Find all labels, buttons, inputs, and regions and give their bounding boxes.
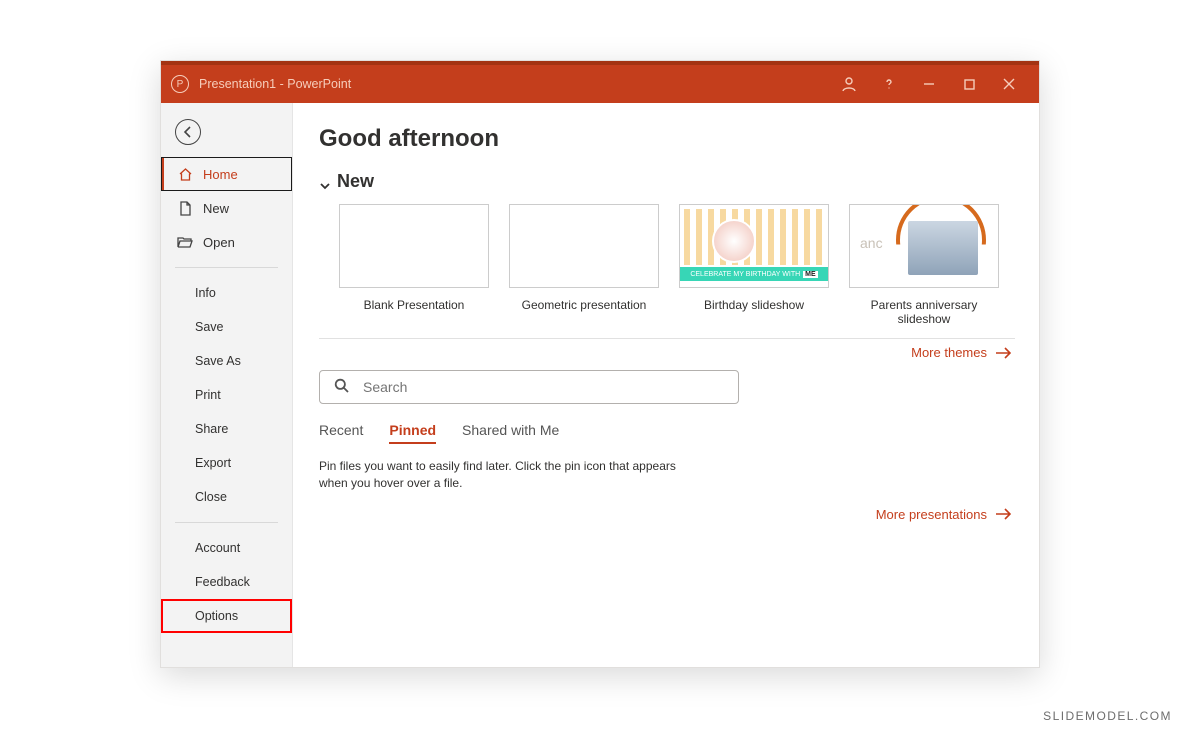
new-section-header[interactable]: New: [319, 171, 1015, 192]
template-label: Blank Presentation: [339, 298, 489, 312]
pinned-hint-text: Pin files you want to easily find later.…: [319, 458, 679, 493]
titlebar: P Presentation1 - PowerPoint: [161, 61, 1039, 103]
sidebar-item-label: Open: [203, 235, 235, 250]
chevron-down-icon: [319, 176, 331, 188]
sidebar-item-info[interactable]: Info: [161, 276, 292, 310]
link-label: More presentations: [876, 507, 987, 522]
back-button[interactable]: [175, 119, 201, 145]
maximize-button[interactable]: [949, 65, 989, 103]
more-presentations-link[interactable]: More presentations: [319, 507, 1015, 522]
close-button[interactable]: [989, 65, 1029, 103]
template-thumb: CELEBRATE MY BIRTHDAY WITH ME: [679, 204, 829, 288]
template-label: Parents anniversary slideshow: [849, 298, 999, 326]
template-thumb: anc: [849, 204, 999, 288]
main-content: Good afternoon New Blank Presentation An…: [293, 103, 1039, 667]
app-logo-icon: P: [171, 75, 189, 93]
template-blank[interactable]: Blank Presentation: [339, 204, 489, 326]
tab-recent[interactable]: Recent: [319, 422, 363, 444]
template-label: Birthday slideshow: [679, 298, 829, 312]
sidebar-item-save-as[interactable]: Save As: [161, 344, 292, 378]
arrow-right-icon: [995, 508, 1011, 520]
sidebar-divider: [175, 267, 278, 268]
sidebar-item-label: Close: [195, 490, 227, 504]
sidebar-item-label: Home: [203, 167, 238, 182]
template-birthday[interactable]: CELEBRATE MY BIRTHDAY WITH ME Birthday s…: [679, 204, 829, 326]
template-label: Geometric presentation: [509, 298, 659, 312]
powerpoint-backstage-window: P Presentation1 - PowerPoint: [160, 60, 1040, 668]
home-icon: [177, 166, 193, 182]
template-list: Blank Presentation AnnualReview Geometri…: [339, 204, 1015, 326]
window-title: Presentation1 - PowerPoint: [199, 77, 351, 91]
search-box[interactable]: [319, 370, 739, 404]
sidebar-item-options[interactable]: Options: [161, 599, 292, 633]
template-thumb: [339, 204, 489, 288]
link-label: More themes: [911, 345, 987, 360]
arrow-right-icon: [995, 347, 1011, 359]
watermark: SLIDEMODEL.COM: [1043, 709, 1172, 723]
more-themes-link[interactable]: More themes: [319, 345, 1015, 360]
template-geometric[interactable]: AnnualReview Geometric presentation: [509, 204, 659, 326]
sidebar-item-print[interactable]: Print: [161, 378, 292, 412]
recent-tabs: Recent Pinned Shared with Me: [319, 422, 1015, 444]
template-thumb: AnnualReview: [509, 204, 659, 288]
sidebar-item-label: Export: [195, 456, 231, 470]
help-button[interactable]: [869, 65, 909, 103]
divider: [319, 338, 1015, 339]
sidebar-item-new[interactable]: New: [161, 191, 292, 225]
sidebar-item-share[interactable]: Share: [161, 412, 292, 446]
sidebar-item-label: Save: [195, 320, 224, 334]
sidebar-divider: [175, 522, 278, 523]
new-doc-icon: [177, 200, 193, 216]
sidebar-item-label: New: [203, 201, 229, 216]
backstage-sidebar: Home New Open Info Save Save As Print Sh…: [161, 103, 293, 667]
sidebar-item-label: Account: [195, 541, 240, 555]
sidebar-item-open[interactable]: Open: [161, 225, 292, 259]
template-anniversary[interactable]: anc Parents anniversary slideshow: [849, 204, 999, 326]
account-icon[interactable]: [829, 65, 869, 103]
tab-pinned[interactable]: Pinned: [389, 422, 436, 444]
section-title: New: [337, 171, 374, 192]
sidebar-item-label: Share: [195, 422, 228, 436]
sidebar-item-account[interactable]: Account: [161, 531, 292, 565]
sidebar-item-save[interactable]: Save: [161, 310, 292, 344]
sidebar-item-export[interactable]: Export: [161, 446, 292, 480]
sidebar-item-close[interactable]: Close: [161, 480, 292, 514]
tab-shared[interactable]: Shared with Me: [462, 422, 559, 444]
search-input[interactable]: [363, 379, 724, 395]
sidebar-item-label: Save As: [195, 354, 241, 368]
folder-open-icon: [177, 234, 193, 250]
page-title: Good afternoon: [319, 125, 1015, 153]
sidebar-item-label: Print: [195, 388, 221, 402]
sidebar-item-label: Feedback: [195, 575, 250, 589]
sidebar-item-feedback[interactable]: Feedback: [161, 565, 292, 599]
minimize-button[interactable]: [909, 65, 949, 103]
sidebar-item-label: Info: [195, 286, 216, 300]
sidebar-item-home[interactable]: Home: [161, 157, 292, 191]
sidebar-item-label: Options: [195, 609, 238, 623]
search-icon: [334, 378, 349, 396]
